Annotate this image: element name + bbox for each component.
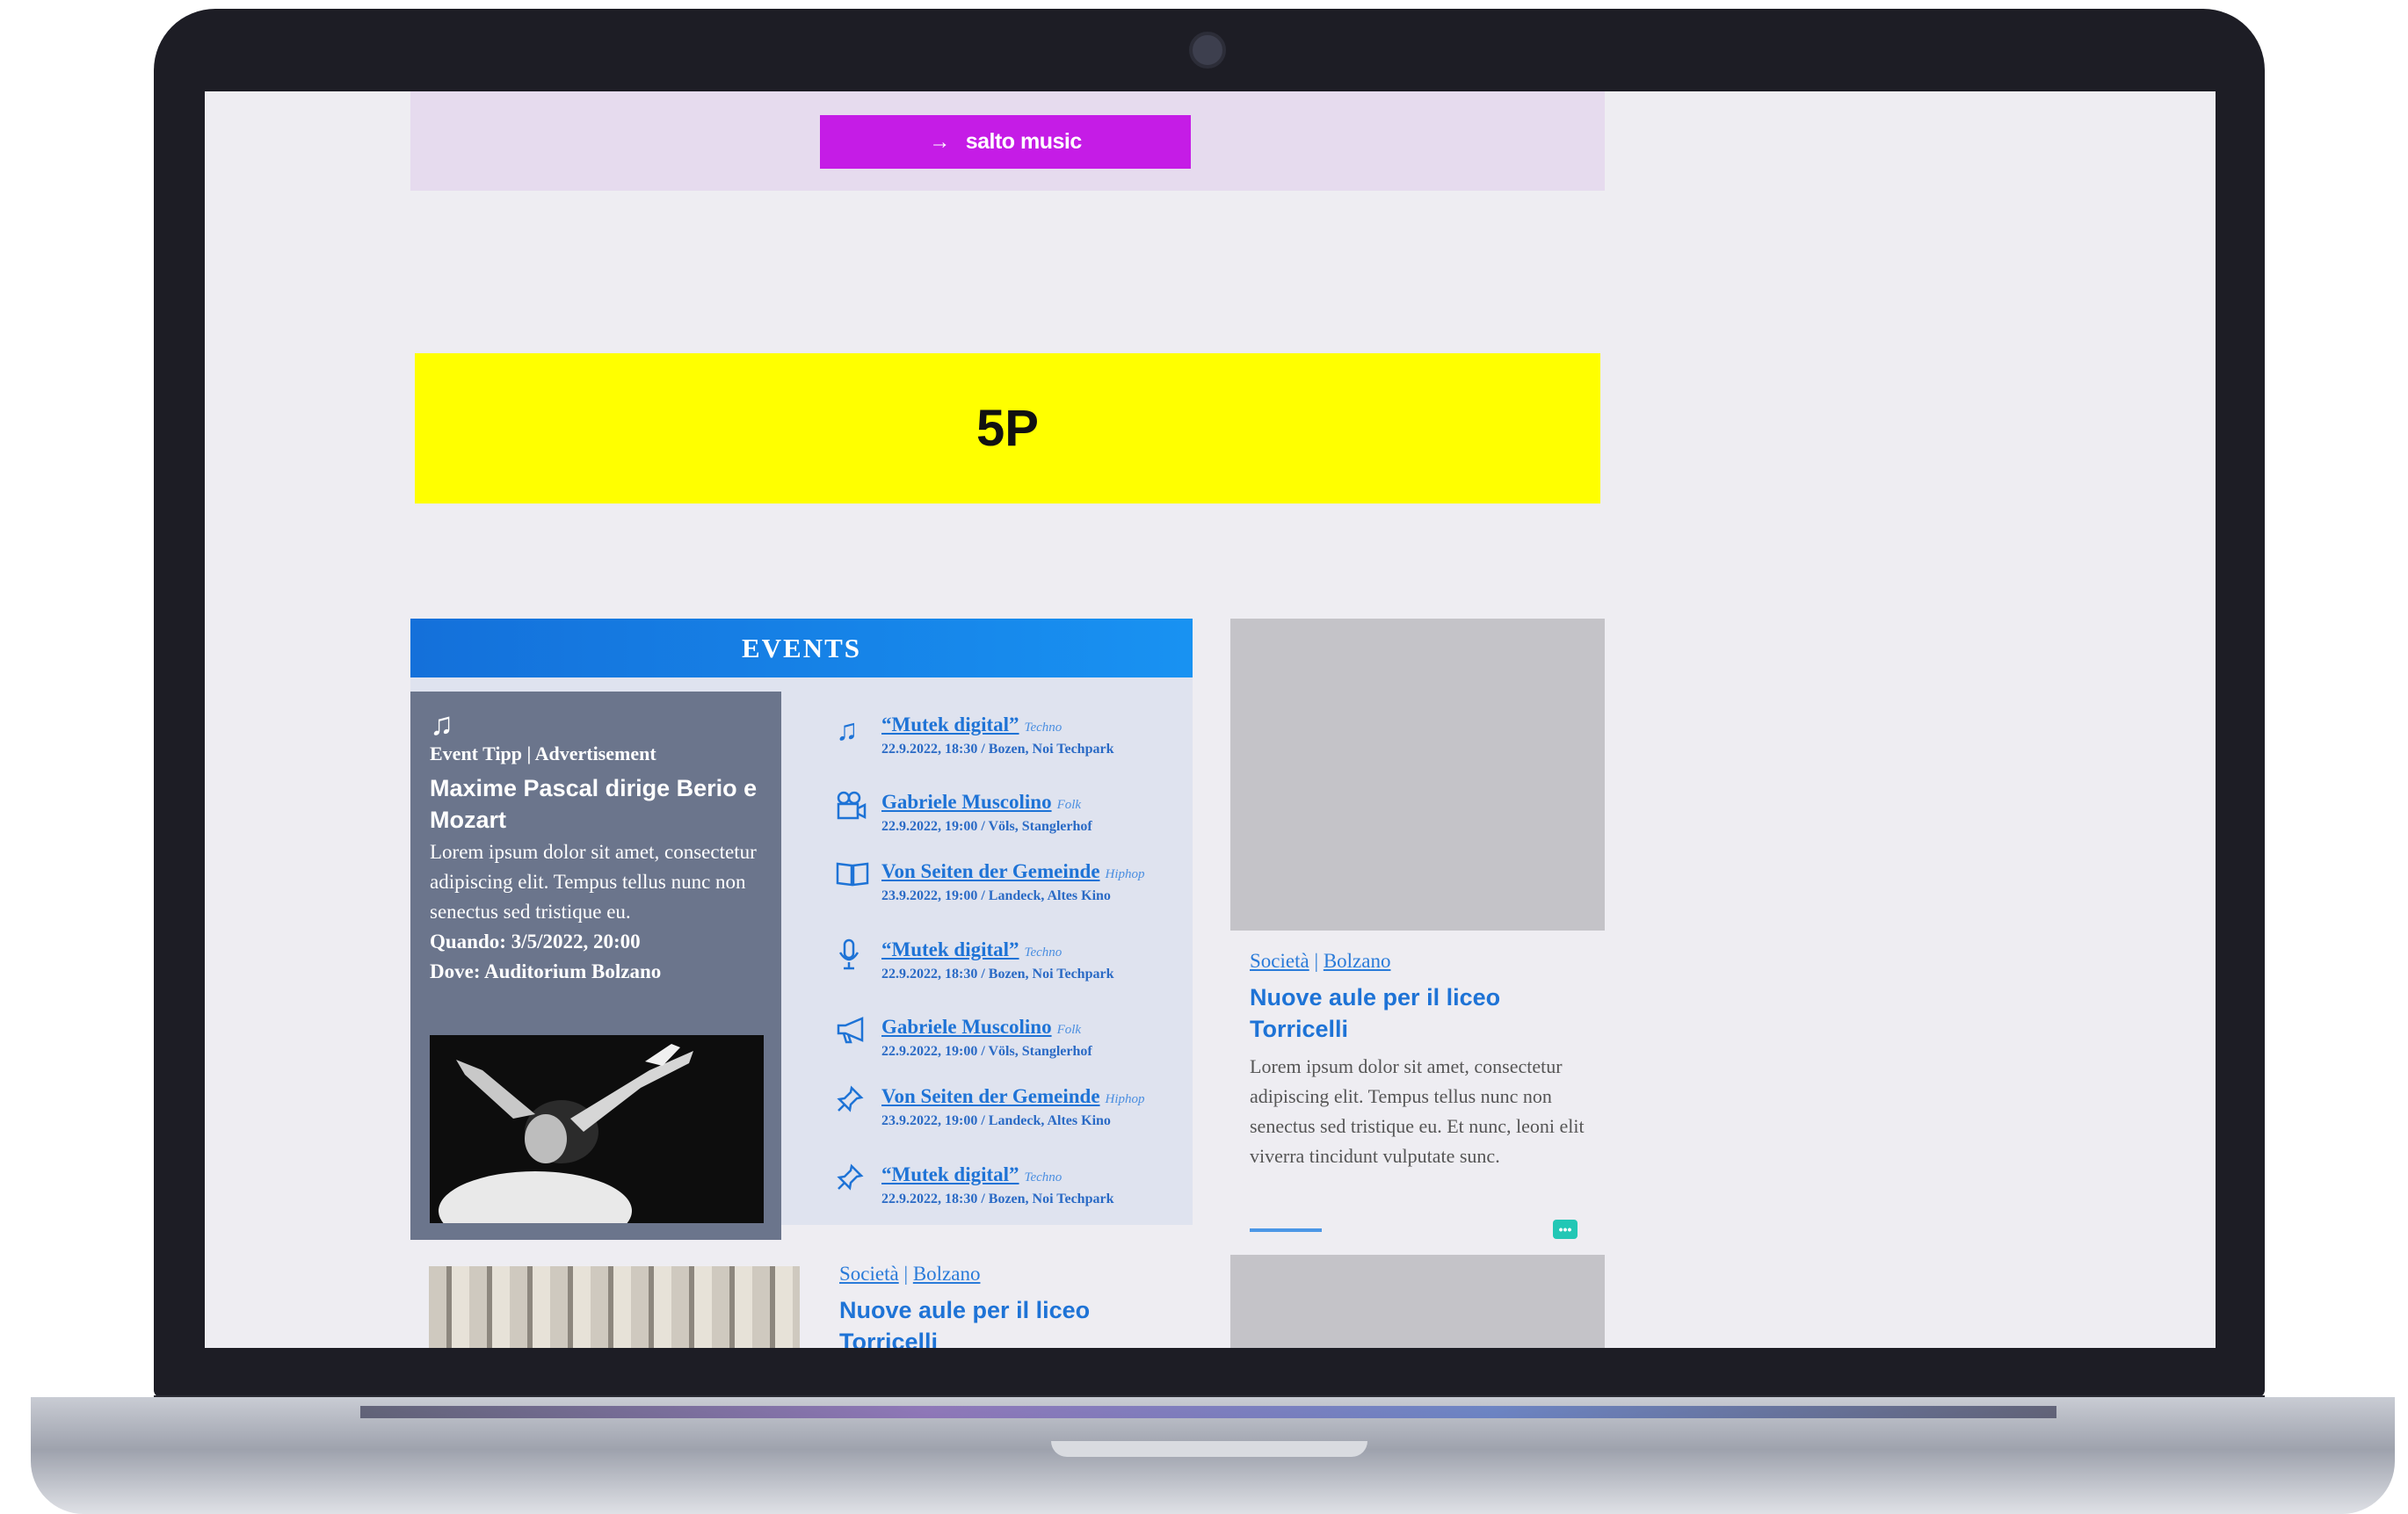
event-title[interactable]: Von Seiten der Gemeinde [881,860,1100,882]
event-genre: Hiphop [1105,1092,1145,1106]
event-title[interactable]: Gabriele Muscolino [881,791,1052,813]
event-tipp-title[interactable]: Maxime Pascal dirige Berio e Mozart [430,772,762,836]
microphone-icon [836,938,873,982]
article-divider [1250,1228,1322,1232]
keyboard-edge [360,1406,2056,1418]
category-link[interactable]: Società [839,1263,899,1285]
event-list-item[interactable]: “Mutek digital” Techno 22.9.2022, 18:30 /… [836,938,1196,982]
event-title[interactable]: Gabriele Muscolino [881,1016,1052,1038]
event-genre: Folk [1056,798,1082,812]
event-title[interactable]: “Mutek digital” [881,938,1019,960]
event-tipp-card[interactable]: ♫ Event Tipp | Advertisement Maxime Pasc… [410,692,781,1240]
bottom-article: Società | Bolzano Nuove aule per il lice… [839,1263,1191,1348]
article-kicker: Società | Bolzano [1250,950,1391,972]
event-genre: Techno [1024,945,1063,960]
event-meta: 23.9.2022, 19:00 / Landeck, Altes Kino [881,888,1111,903]
conductor-image [430,1035,764,1223]
events-heading-text: EVENTS [741,632,862,663]
event-genre: Techno [1024,1170,1063,1184]
pin-icon [836,1163,873,1207]
article-title[interactable]: Nuove aule per il liceo Torricelli [1250,982,1601,1045]
music-note-icon: ♫ [430,706,453,742]
location-link[interactable]: Bolzano [913,1263,981,1285]
salto-music-button[interactable]: → salto music [820,115,1191,169]
event-meta: 22.9.2022, 18:30 / Bozen, Noi Techpark [881,742,1114,757]
event-title[interactable]: “Mutek digital” [881,714,1019,735]
megaphone-icon [836,1016,873,1060]
event-meta: 22.9.2022, 19:00 / Völs, Stanglerhof [881,819,1092,834]
event-list-item[interactable]: ♫ “Mutek digital” Techno 22.9.2022, 18:30… [836,714,1196,757]
article-image-placeholder[interactable] [1230,619,1605,931]
article-kicker: Società | Bolzano [839,1263,981,1285]
location-link[interactable]: Bolzano [1324,950,1391,972]
event-genre: Hiphop [1105,867,1145,881]
event-tipp-text: Lorem ipsum dolor sit amet, consectetur … [430,841,757,923]
events-heading: EVENTS [410,619,1193,677]
category-link[interactable]: Società [1250,950,1309,972]
article-text: Lorem ipsum dolor sit amet, consectetur … [1250,1055,1585,1167]
comment-icon[interactable]: ••• [1553,1220,1578,1239]
event-tipp-where: Dove: Auditorium Bolzano [430,960,662,982]
arrow-right-icon: → [929,129,950,154]
side-article: Società | Bolzano Nuove aule per il lice… [1250,950,1601,1171]
event-genre: Techno [1024,721,1063,735]
classroom-photo[interactable] [429,1266,800,1348]
screen: → salto music 5P EVENTS ♫ Event Tipp | A… [205,91,2216,1348]
conductor-photo[interactable] [430,1035,764,1223]
event-tipp-when: Quando: 3/5/2022, 20:00 [430,931,641,953]
salto-music-label: salto music [965,129,1083,154]
video-camera-icon [836,791,873,835]
article-image-placeholder-2[interactable] [1230,1255,1605,1348]
laptop-notch [1051,1441,1367,1457]
pin-icon [836,1085,873,1129]
event-meta: 22.9.2022, 18:30 / Bozen, Noi Techpark [881,967,1114,982]
webcam [1189,32,1226,69]
book-icon [836,860,873,904]
promo-section: → salto music [410,91,1605,191]
event-title[interactable]: Von Seiten der Gemeinde [881,1085,1100,1107]
ad-banner[interactable]: 5P [415,353,1600,503]
event-list-item[interactable]: Gabriele Muscolino Folk 22.9.2022, 19:00 … [836,791,1196,835]
event-meta: 23.9.2022, 19:00 / Landeck, Altes Kino [881,1113,1111,1128]
event-title[interactable]: “Mutek digital” [881,1163,1019,1185]
event-meta: 22.9.2022, 19:00 / Völs, Stanglerhof [881,1044,1092,1059]
music-note-icon: ♫ [836,714,859,747]
event-list-item[interactable]: Von Seiten der Gemeinde Hiphop 23.9.2022,… [836,1085,1196,1129]
event-list-item[interactable]: Von Seiten der Gemeinde Hiphop 23.9.2022,… [836,860,1196,904]
event-tipp-kicker: Event Tipp | Advertisement [430,743,656,764]
event-list-item[interactable]: “Mutek digital” Techno 22.9.2022, 18:30 /… [836,1163,1196,1207]
event-list-item[interactable]: Gabriele Muscolino Folk 22.9.2022, 19:00 … [836,1016,1196,1060]
event-genre: Folk [1056,1023,1082,1037]
ad-banner-label: 5P [976,400,1039,457]
article-title[interactable]: Nuove aule per il liceo Torricelli [839,1294,1191,1348]
event-meta: 22.9.2022, 18:30 / Bozen, Noi Techpark [881,1192,1114,1206]
